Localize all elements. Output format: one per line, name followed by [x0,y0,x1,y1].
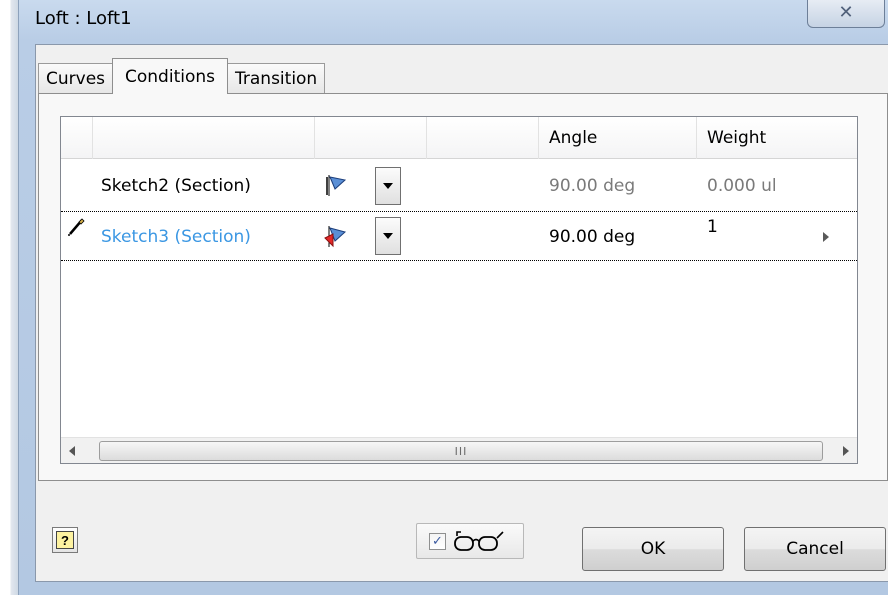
glasses-icon[interactable] [453,528,507,559]
preview-checkbox[interactable]: ✓ [429,533,446,550]
tab-conditions[interactable]: Conditions [112,58,228,94]
header-weight[interactable]: Weight [697,117,857,159]
condition-direction-icon [321,161,351,211]
header-condition-col [315,117,427,159]
help-button[interactable]: ? [52,527,78,553]
dialog-window: Loft : Loft1 ✕ Curves Conditions Transit… [18,0,888,595]
header-indicator-col [61,117,93,159]
row-angle[interactable]: 90.00 deg [549,161,635,211]
row-expand-arrow-icon[interactable] [823,212,829,262]
condition-direction-icon [321,212,351,262]
ok-button[interactable]: OK [582,527,724,571]
header-name-col [93,117,315,159]
close-icon: ✕ [838,2,854,23]
scroll-left-icon[interactable] [69,446,75,456]
chevron-down-icon [383,233,393,239]
preview-toggle-group: ✓ [416,523,524,559]
tab-curves[interactable]: Curves [38,63,114,94]
scroll-right-icon[interactable] [843,446,849,456]
background-strip [0,0,18,595]
scroll-grip: III [454,444,468,458]
row-name: Sketch2 (Section) [101,176,251,196]
tab-transition[interactable]: Transition [227,63,326,94]
chevron-down-icon [383,183,393,189]
edit-pencil-icon [67,202,87,252]
row-angle[interactable]: 90.00 deg [549,212,635,262]
condition-dropdown-button[interactable] [375,167,401,205]
header-blank-col [427,117,539,159]
dialog-client-area: Curves Conditions Transition Angle Weigh… [35,44,888,582]
scrollbar-thumb[interactable]: III [99,441,823,461]
cancel-button[interactable]: Cancel [744,527,886,571]
tab-strip: Curves Conditions Transition [38,58,326,94]
conditions-grid: Angle Weight Sketch2 (Section) 90.00 deg… [60,116,858,464]
help-icon: ? [56,531,74,549]
row-weight[interactable]: 1 [707,202,718,252]
table-row[interactable]: Sketch2 (Section) 90.00 deg 0.000 ul [61,161,857,211]
grid-header: Angle Weight [61,117,857,159]
row-name: Sketch3 (Section) [101,227,251,247]
horizontal-scrollbar[interactable]: III [61,437,857,463]
table-row-selected[interactable]: Sketch3 (Section) 90.00 deg 1 [61,211,857,261]
condition-dropdown-button[interactable] [375,217,401,255]
conditions-panel: Angle Weight Sketch2 (Section) 90.00 deg… [38,93,888,481]
dialog-footer: ? ✓ OK Cancel [36,481,888,581]
close-button[interactable]: ✕ [807,0,885,28]
header-angle[interactable]: Angle [539,117,697,159]
window-title: Loft : Loft1 [35,8,132,29]
